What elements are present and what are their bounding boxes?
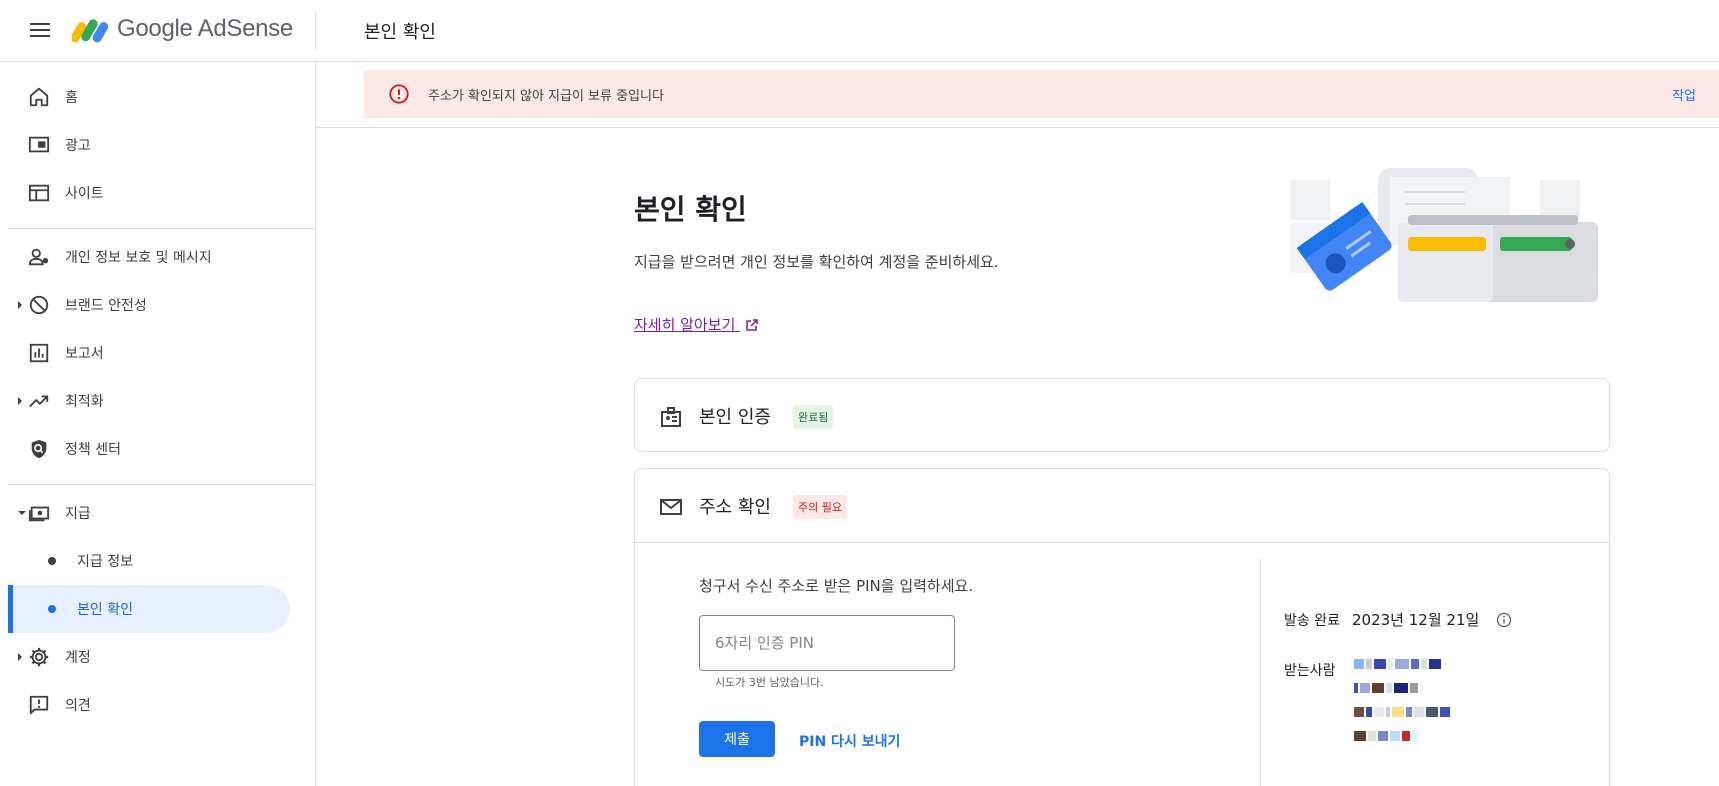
redacted-address-line [1354, 731, 1420, 741]
card-divider [635, 542, 1609, 543]
gear-icon [29, 647, 49, 667]
id-badge-icon [661, 407, 681, 427]
sidebar-item-verification[interactable]: 본인 확인 [8, 585, 290, 633]
redacted-address-line [1354, 707, 1452, 717]
sidebar-divider [8, 484, 316, 485]
pin-attempts-help: 시도가 3번 남았습니다. [715, 676, 824, 689]
sidebar-item-payments[interactable]: 지급 [8, 493, 290, 533]
pin-input[interactable] [699, 615, 955, 671]
sidebar-item-optimization[interactable]: 최적화 [8, 381, 290, 421]
payment-hold-alert: 주소가 확인되지 않아 지급이 보류 중입니다 작업 [364, 70, 1719, 118]
sites-icon [28, 184, 50, 202]
sidebar-item-label: 정책 센터 [65, 442, 121, 458]
top-app-bar: Google AdSense 본인 확인 [0, 0, 1719, 62]
identity-card-header: 본인 인증 완료됨 [635, 379, 1609, 453]
submit-button[interactable]: 제출 [699, 721, 775, 757]
sidebar-item-label: 지급 정보 [77, 554, 133, 570]
collapse-caret-icon[interactable] [18, 511, 26, 515]
sidebar-item-ads[interactable]: 광고 [8, 125, 290, 165]
redacted-address-line [1354, 683, 1420, 693]
sidebar-item-label: 브랜드 안전성 [65, 298, 147, 314]
brand-name: Google AdSense [117, 15, 293, 42]
info-icon[interactable] [1496, 612, 1512, 628]
hamburger-menu-icon[interactable] [30, 20, 52, 42]
open-in-new-icon [746, 319, 758, 331]
recipient-label: 받는사람 [1284, 663, 1336, 679]
expand-caret-icon[interactable] [18, 653, 22, 661]
sidebar-item-payment-info[interactable]: 지급 정보 [8, 537, 290, 585]
feedback-icon [29, 695, 49, 715]
privacy-icon [28, 248, 49, 266]
pin-prompt-text: 청구서 수신 주소로 받은 PIN을 입력하세요. [699, 577, 974, 595]
page-title: 본인 확인 [364, 22, 436, 43]
resend-pin-button[interactable]: PIN 다시 보내기 [799, 731, 900, 751]
expand-caret-icon[interactable] [18, 397, 22, 405]
status-badge-attention: 주의 필요 [793, 495, 847, 519]
address-card-header[interactable]: 주소 확인 주의 필요 [635, 469, 1609, 543]
sidebar-item-label: 보고서 [65, 346, 104, 362]
block-icon [29, 295, 49, 315]
header-divider [315, 12, 316, 50]
alert-region: 주소가 확인되지 않아 지급이 보류 중입니다 작업 [316, 62, 1719, 128]
bullet-icon [48, 605, 56, 613]
alert-message: 주소가 확인되지 않아 지급이 보류 중입니다 [428, 89, 664, 104]
redacted-address-line [1354, 659, 1443, 669]
sidebar-item-privacy[interactable]: 개인 정보 보호 및 메시지 [8, 237, 290, 277]
sidebar-item-feedback[interactable]: 의견 [8, 685, 290, 725]
sidebar-item-label: 지급 [65, 506, 91, 522]
identity-wallet-illustration [1290, 168, 1598, 302]
mail-icon [660, 499, 682, 515]
status-badge-complete: 완료됨 [793, 405, 834, 429]
sent-date: 2023년 12월 21일 [1352, 611, 1480, 629]
sidebar-item-label: 계정 [65, 650, 91, 666]
sent-label: 발송 완료 [1284, 613, 1340, 629]
sidebar-item-sites[interactable]: 사이트 [8, 173, 290, 213]
address-verification-card: 주소 확인 주의 필요 청구서 수신 주소로 받은 PIN을 입력하세요. 시도… [634, 468, 1610, 786]
bullet-icon [48, 557, 56, 565]
sidebar-item-policy-center[interactable]: 정책 센터 [8, 429, 290, 469]
ads-icon [28, 136, 50, 153]
sidebar-item-label: 사이트 [65, 186, 104, 202]
sidebar-item-reports[interactable]: 보고서 [8, 333, 290, 373]
trending-up-icon [29, 395, 49, 408]
sidebar-item-label: 본인 확인 [77, 602, 133, 618]
sidebar-item-home[interactable]: 홈 [8, 77, 290, 117]
sidebar-item-label: 개인 정보 보호 및 메시지 [65, 250, 212, 266]
learn-more-label: 자세히 알아보기 [634, 316, 736, 334]
sidebar-item-label: 최적화 [65, 394, 104, 410]
sidebar-item-label: 광고 [65, 138, 91, 154]
policy-shield-icon [31, 439, 47, 459]
sidebar-item-account[interactable]: 계정 [8, 637, 290, 677]
sidebar-item-label: 의견 [65, 698, 91, 714]
identity-verification-card[interactable]: 본인 인증 완료됨 [634, 378, 1610, 452]
adsense-logo-icon [72, 19, 109, 43]
home-icon [29, 87, 49, 107]
sidebar-item-label: 홈 [65, 90, 78, 106]
learn-more-link[interactable]: 자세히 알아보기 [634, 314, 759, 335]
card-vertical-divider [1260, 559, 1261, 786]
reports-icon [29, 343, 49, 363]
expand-caret-icon[interactable] [18, 301, 22, 309]
sidebar-divider [8, 228, 316, 229]
main-title: 본인 확인 [634, 193, 747, 226]
identity-card-title: 본인 인증 [699, 407, 771, 428]
sidebar-nav: 홈 광고 사이트 개인 정보 보호 및 메시지 브랜드 안전성 보고서 최적화 … [0, 62, 316, 786]
main-description: 지급을 받으려면 개인 정보를 확인하여 계정을 준비하세요. [634, 253, 999, 271]
address-card-title: 주소 확인 [699, 497, 771, 518]
alert-action-link[interactable]: 작업 [1672, 85, 1696, 104]
sidebar-item-brand-safety[interactable]: 브랜드 안전성 [8, 285, 290, 325]
payments-icon [28, 506, 50, 522]
error-icon [389, 84, 409, 104]
